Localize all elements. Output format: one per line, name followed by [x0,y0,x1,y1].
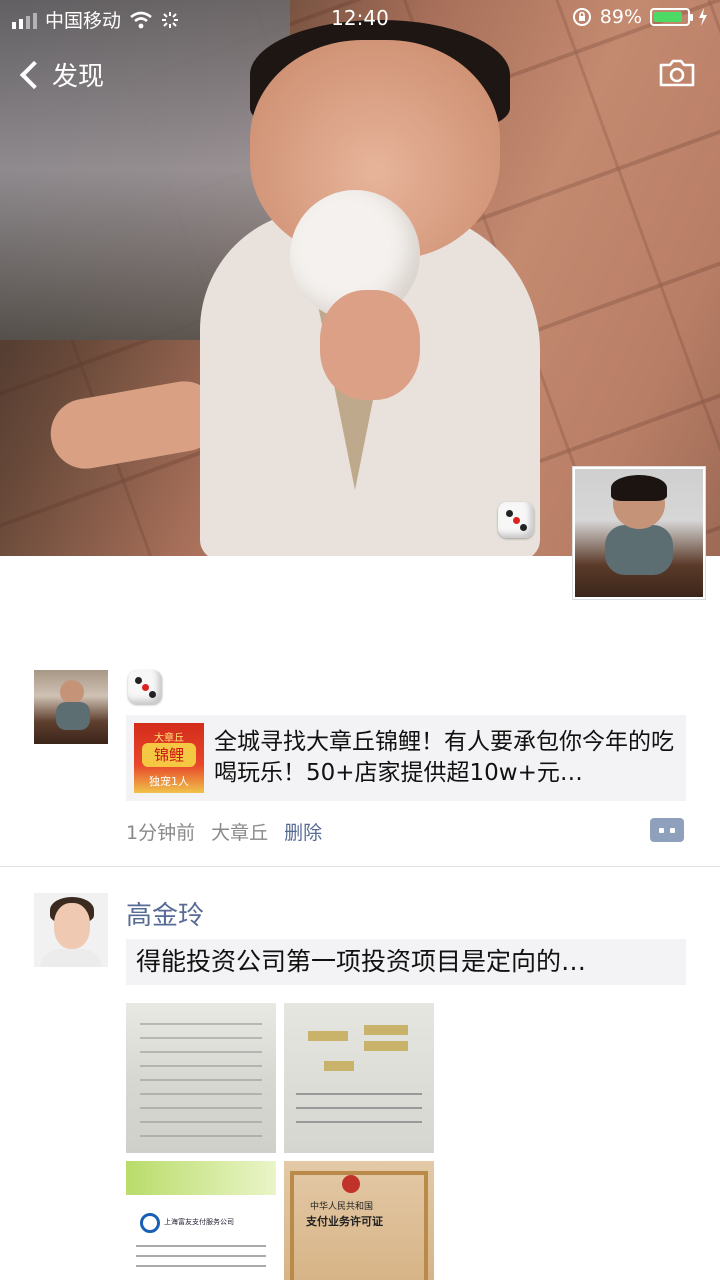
shared-link-card[interactable]: 大章丘 锦鲤 独宠1人 全城寻找大章丘锦鲤！有人要承包你今年的吃喝玩乐！50+店… [126,715,686,801]
avatar-body [40,949,102,967]
avatar-body [605,525,673,575]
post-photo[interactable]: 上海富友支付服务公司 [126,1161,276,1280]
avatar-hair [611,475,667,501]
profile-avatar[interactable] [573,467,705,599]
back-label: 发现 [52,62,105,92]
thumb-title-text: 锦鲤 [142,743,196,767]
post-divider [0,866,720,867]
rotation-lock-icon [572,8,591,26]
cover-child-hand [320,290,420,400]
post-photo[interactable] [284,1003,434,1153]
avatar-body [56,702,90,730]
avatar-face [60,680,84,704]
post-avatar[interactable] [34,670,108,744]
cover-child-figure [45,20,560,556]
post-photo[interactable] [126,1003,276,1153]
photo-caption-company: 上海富友支付服务公司 [164,1218,234,1226]
chevron-left-icon [19,60,49,89]
post-time: 1分钟前 [126,822,196,844]
dice-icon [128,670,162,704]
shared-link-thumbnail: 大章丘 锦鲤 独宠1人 [134,723,204,793]
post-author-name[interactable]: 高金玲 [126,895,204,932]
avatar-face [54,903,90,949]
battery-percent: 89% [599,6,642,28]
thumb-bottom-text: 独宠1人 [149,775,189,788]
company-logo-icon [140,1213,160,1233]
post-avatar[interactable] [34,893,108,967]
thumb-top-text: 大章丘 [154,733,184,744]
back-button[interactable]: 发现 [16,56,104,93]
moment-post: 高金玲 得能投资公司第一项投资项目是定向的… 上海富友支付服务公司 中华人民共和… [0,893,720,1280]
license-line2: 支付业务许可证 [306,1215,383,1228]
nav-bar: 发现 [0,50,720,100]
camera-icon[interactable] [658,58,696,88]
license-line1: 中华人民共和国 [310,1202,374,1212]
charging-icon [699,8,707,26]
moment-post: 大章丘 锦鲤 独宠1人 全城寻找大章丘锦鲤！有人要承包你今年的吃喝玩乐！50+店… [0,670,720,860]
shared-link-title: 全城寻找大章丘锦鲤！有人要承包你今年的吃喝玩乐！50+店家提供超10w+元… [214,729,674,786]
battery-icon [650,8,693,26]
post-meta: 1分钟前 大章丘 删除 [126,818,322,845]
delete-link[interactable]: 删除 [284,818,322,845]
status-bar: 中国移动 12:40 89% [0,0,720,40]
dice-icon [498,502,534,538]
post-location[interactable]: 大章丘 [211,818,268,845]
post-photo[interactable]: 中华人民共和国 支付业务许可证 [284,1161,434,1280]
post-text[interactable]: 得能投资公司第一项投资项目是定向的… [126,939,686,985]
comment-button[interactable] [650,818,684,842]
emblem-icon [342,1175,360,1193]
